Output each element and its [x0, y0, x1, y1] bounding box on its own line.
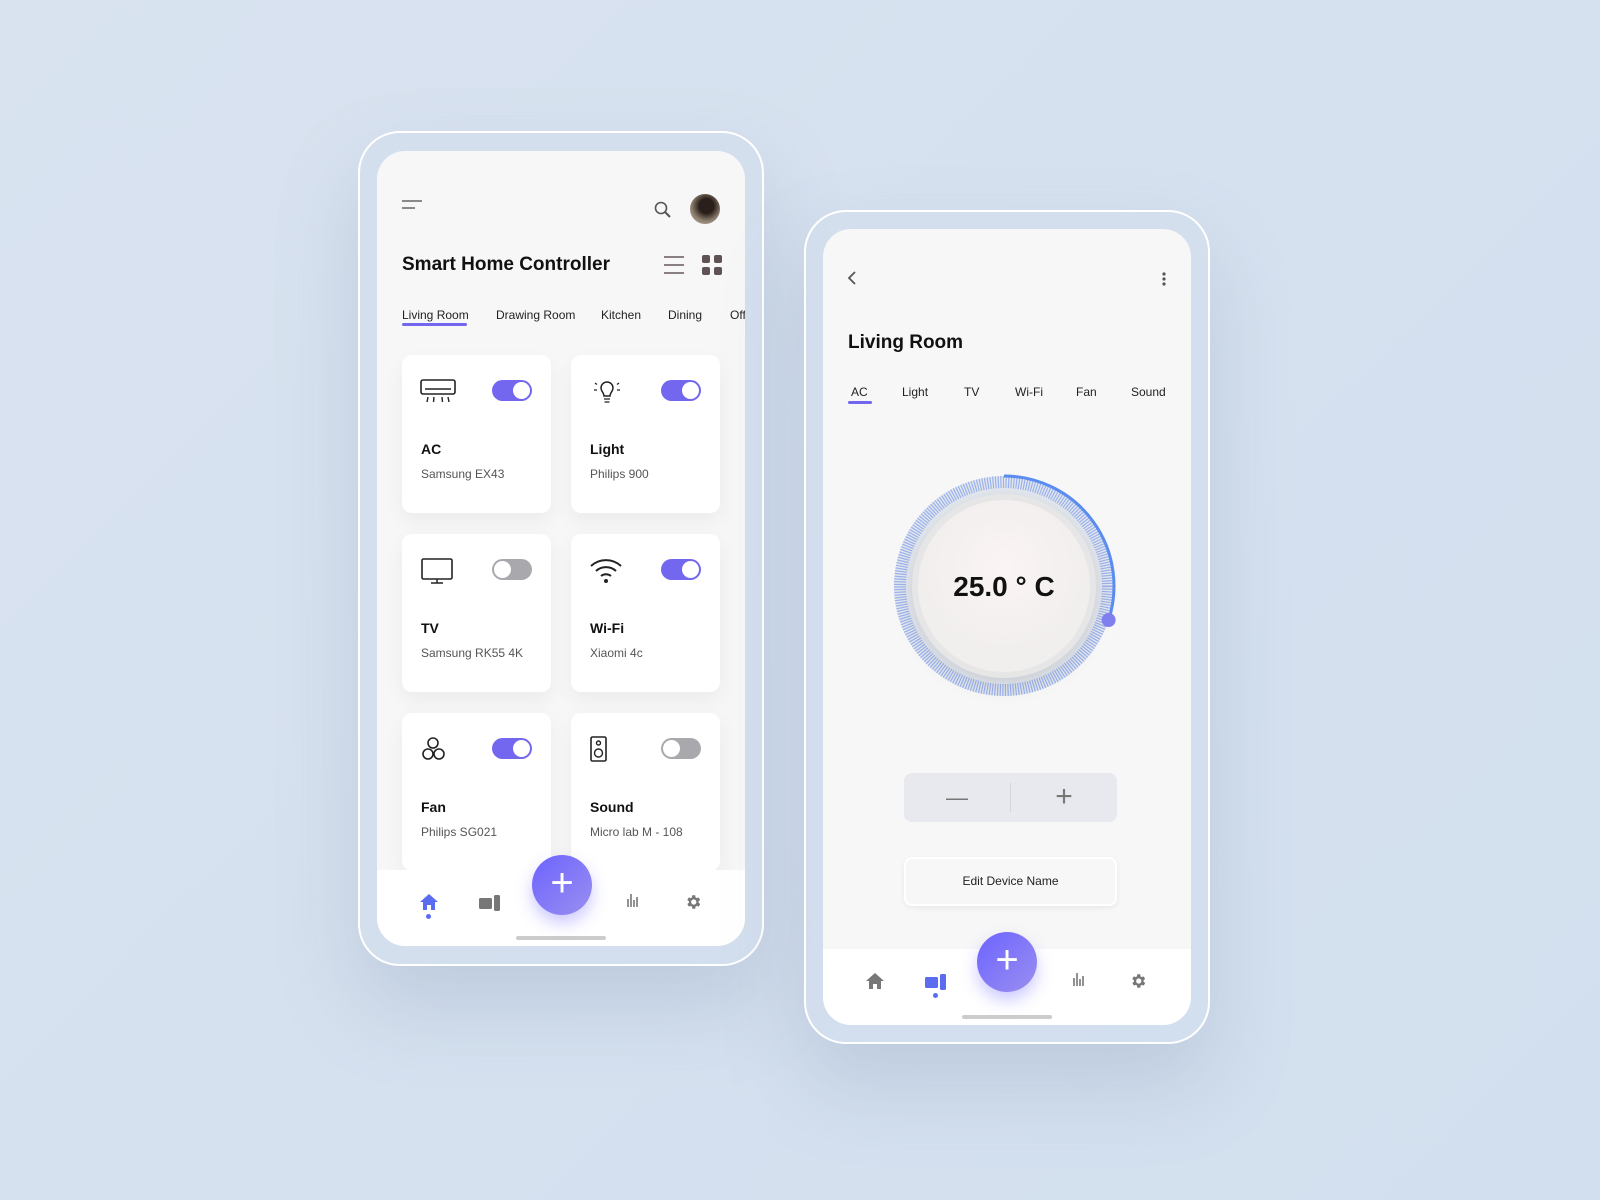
tab-dining[interactable]: Dining — [668, 308, 702, 322]
room-title: Living Room — [848, 332, 964, 353]
tab-office[interactable]: Office — [730, 308, 745, 322]
tab-sound[interactable]: Sound — [1131, 385, 1166, 399]
stats-icon[interactable] — [1072, 970, 1086, 986]
home-indicator — [516, 936, 606, 940]
menu-icon[interactable] — [401, 199, 423, 211]
fan-icon — [422, 737, 445, 760]
temperature-dial[interactable]: 25.0 ° C — [884, 466, 1124, 706]
active-nav-dot — [426, 914, 431, 919]
device-name: AC — [421, 441, 442, 457]
home-indicator — [962, 1015, 1052, 1019]
device-card-ac[interactable]: AC Samsung EX43 — [402, 355, 551, 513]
add-device-button[interactable]: + — [977, 932, 1037, 992]
tab-ac[interactable]: AC — [851, 385, 868, 399]
device-card-tv[interactable]: TV Samsung RK55 4K — [402, 534, 551, 692]
tab-kitchen[interactable]: Kitchen — [601, 308, 641, 322]
tab-drawing-room[interactable]: Drawing Room — [496, 308, 575, 322]
tab-light[interactable]: Light — [902, 385, 928, 399]
wifi-toggle[interactable] — [661, 559, 701, 580]
page-title: Smart Home Controller — [402, 254, 610, 275]
decrease-button[interactable]: — — [904, 773, 1010, 822]
active-nav-dot — [933, 993, 938, 998]
home-screen: Smart Home Controller Living Room Drawin… — [377, 151, 745, 946]
device-model: Philips SG021 — [421, 825, 498, 839]
grid-view-icon[interactable] — [702, 255, 722, 275]
home-icon[interactable] — [866, 973, 884, 989]
tab-fan[interactable]: Fan — [1076, 385, 1097, 399]
temperature-stepper: — + — [904, 773, 1117, 822]
device-name: Fan — [421, 799, 446, 815]
tv-toggle[interactable] — [492, 559, 532, 580]
tab-tv[interactable]: TV — [964, 385, 979, 399]
device-model: Samsung RK55 4K — [421, 646, 524, 660]
bulb-icon — [594, 381, 620, 403]
avatar[interactable] — [690, 194, 720, 224]
device-name: TV — [421, 620, 439, 636]
settings-icon[interactable] — [1129, 972, 1147, 990]
device-card-light[interactable]: Light Philips 900 — [571, 355, 720, 513]
light-toggle[interactable] — [661, 380, 701, 401]
ac-toggle[interactable] — [492, 380, 532, 401]
device-card-sound[interactable]: Sound Micro lab M - 108 — [571, 713, 720, 871]
remote-icon[interactable] — [925, 971, 947, 991]
active-tab-indicator — [848, 401, 872, 404]
settings-icon[interactable] — [684, 893, 702, 911]
ac-icon — [420, 379, 456, 403]
device-name: Light — [590, 441, 625, 457]
device-model: Xiaomi 4c — [590, 646, 643, 660]
detail-screen: Living Room AC Light TV Wi-Fi Fan Sound … — [823, 229, 1191, 1025]
search-icon[interactable] — [654, 201, 672, 219]
more-options-icon[interactable] — [1161, 271, 1167, 287]
device-name: Wi-Fi — [590, 620, 625, 636]
device-name: Sound — [590, 799, 634, 815]
active-tab-indicator — [402, 323, 467, 326]
wifi-icon — [590, 559, 622, 583]
device-model: Samsung EX43 — [421, 467, 505, 481]
dial-knob — [1101, 612, 1116, 627]
stats-icon[interactable] — [626, 891, 640, 907]
device-model: Philips 900 — [590, 467, 649, 481]
device-card-fan[interactable]: Fan Philips SG021 — [402, 713, 551, 871]
tab-wifi[interactable]: Wi-Fi — [1015, 385, 1043, 399]
tv-icon — [421, 558, 453, 584]
remote-icon[interactable] — [479, 892, 501, 912]
add-device-button[interactable]: + — [532, 855, 592, 915]
back-icon[interactable] — [846, 270, 858, 286]
speaker-icon — [590, 736, 607, 762]
device-card-wifi[interactable]: Wi-Fi Xiaomi 4c — [571, 534, 720, 692]
fan-toggle[interactable] — [492, 738, 532, 759]
tab-living-room[interactable]: Living Room — [402, 308, 469, 322]
increase-button[interactable]: + — [1011, 773, 1117, 822]
home-icon[interactable] — [420, 894, 438, 910]
temperature-readout: 25.0 ° C — [953, 571, 1054, 602]
device-model: Micro lab M - 108 — [590, 825, 683, 839]
edit-device-name-button[interactable]: Edit Device Name — [904, 857, 1117, 906]
sound-toggle[interactable] — [661, 738, 701, 759]
list-view-icon[interactable] — [664, 255, 684, 275]
